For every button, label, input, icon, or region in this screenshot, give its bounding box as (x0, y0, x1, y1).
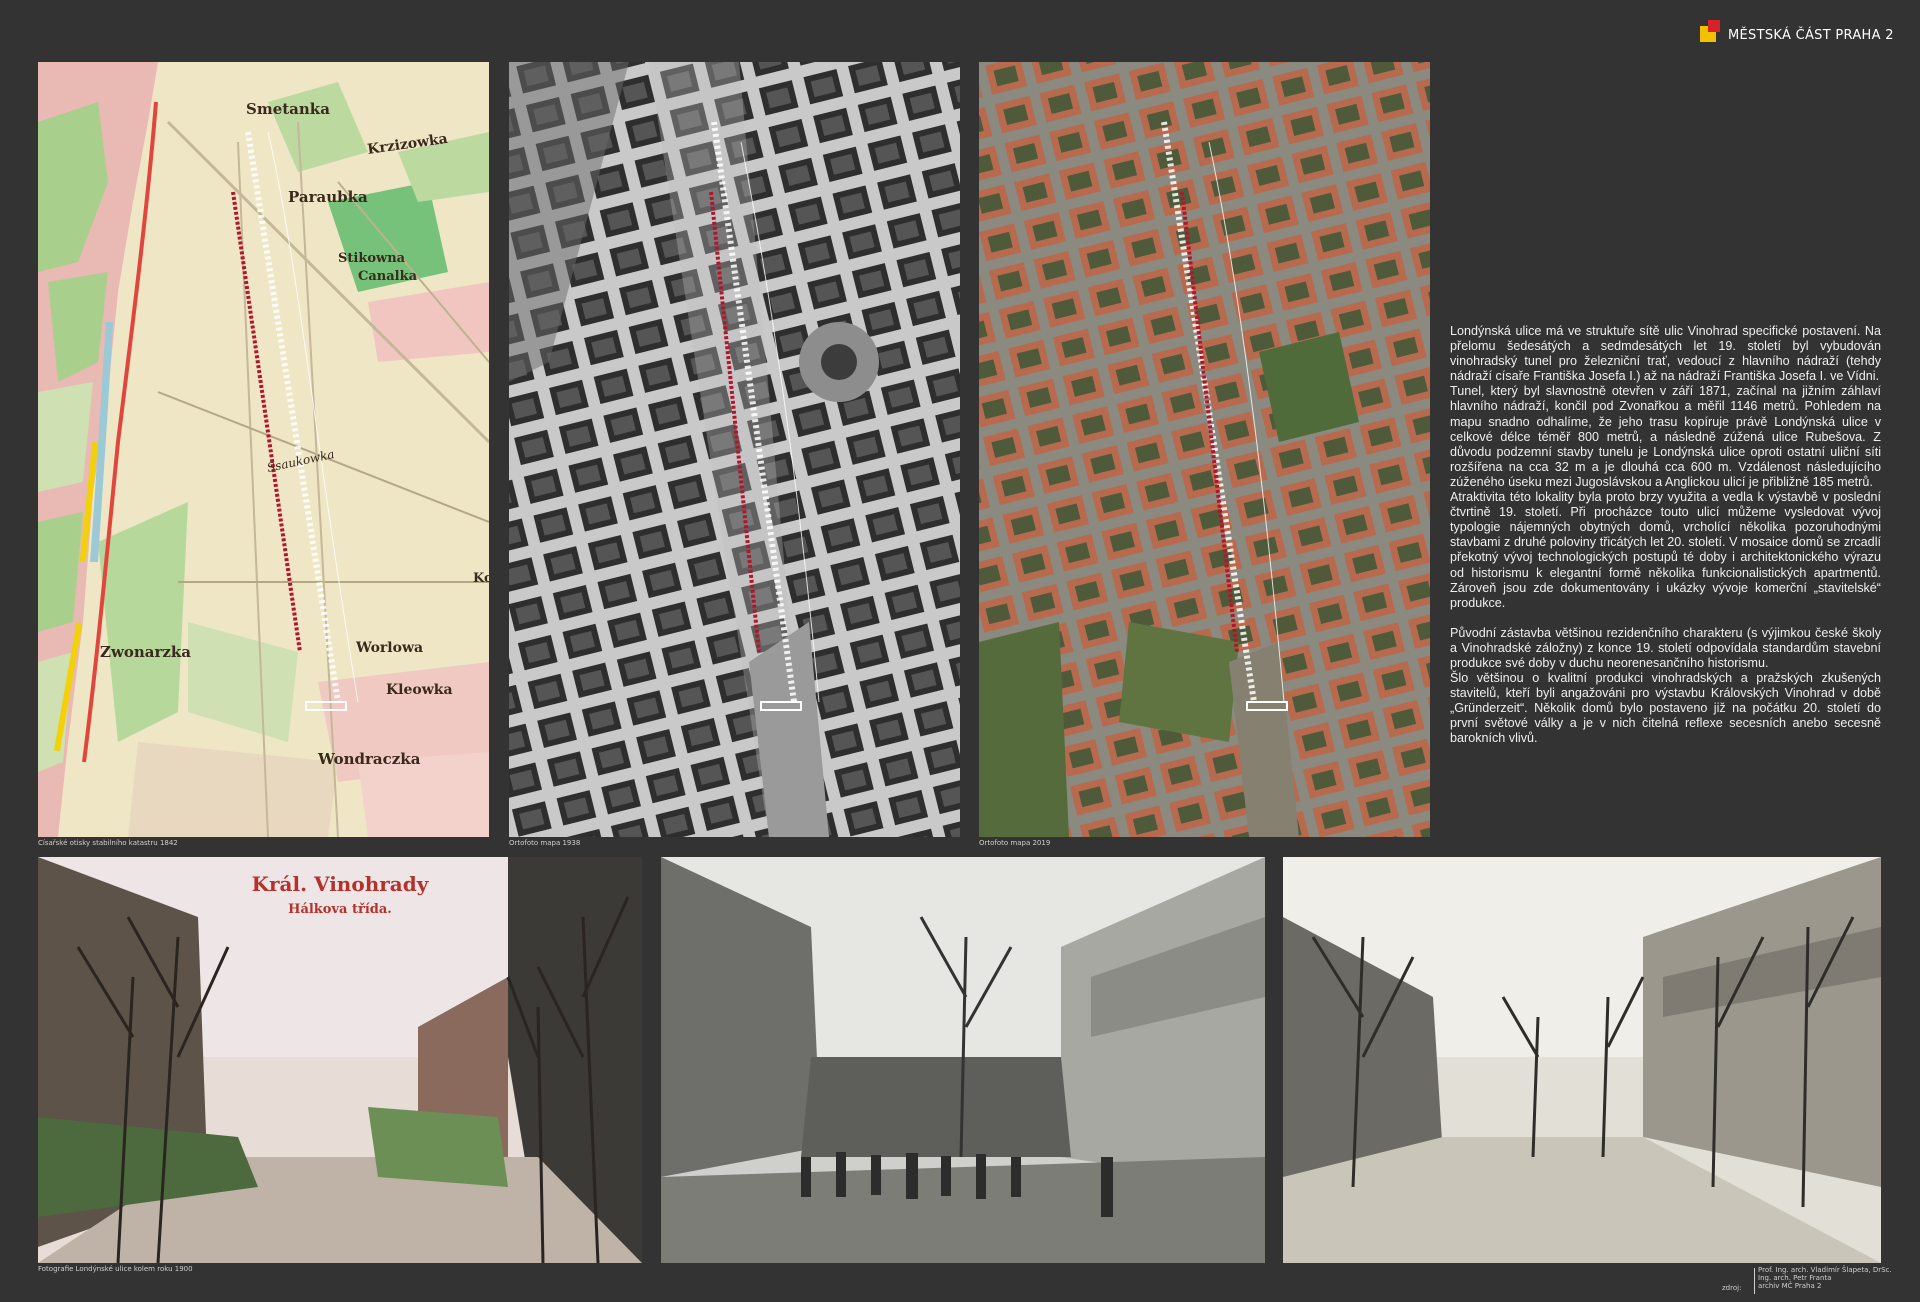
map-caption-1938: Ortofoto mapa 1938 (509, 839, 581, 847)
map-label-kleowka: Kleowka (386, 682, 453, 698)
map-label-wondraczka: Wondraczka (317, 750, 421, 768)
article-paragraph-1: Londýnská ulice má ve struktuře sítě uli… (1450, 324, 1881, 384)
orthophoto-2019 (979, 62, 1430, 837)
image-credits: zdroj: Prof. Ing. arch. Vladimír Šlapeta… (1722, 1266, 1902, 1296)
postcard-title: Král. Vinohrady (252, 872, 430, 896)
credits-names: Prof. Ing. arch. Vladimír Šlapeta, DrSc.… (1758, 1266, 1892, 1290)
map-label-ko: Ko (473, 571, 489, 586)
district-logo: MĚSTSKÁ ČÁST PRAHA 2 (1700, 18, 1910, 48)
credit-name: archiv MČ Praha 2 (1758, 1282, 1822, 1290)
map-label-paraubka: Paraubka (288, 188, 368, 206)
photo-caption-1900: Fotografie Londýnské ulice kolem roku 19… (38, 1265, 193, 1273)
map-label-smetanka: Smetanka (246, 100, 330, 118)
logo-mark-icon (1700, 20, 1722, 42)
article-text: Londýnská ulice má ve struktuře sítě uli… (1450, 324, 1881, 747)
article-paragraph-2: Tunel, který byl slavnostně otevřen v zá… (1450, 384, 1881, 489)
historic-photo-postcard: Král. Vinohrady Hálkova třída. (38, 857, 642, 1263)
historic-photo-street-crowd (661, 857, 1265, 1263)
credit-name: Ing. arch. Petr Franta (1758, 1274, 1832, 1282)
article-paragraph-4: Původní zástavba většinou rezidenčního c… (1450, 625, 1881, 670)
credit-name: Prof. Ing. arch. Vladimír Šlapeta, DrSc. (1758, 1266, 1892, 1274)
map-label-stikowna: Stikowna (338, 251, 406, 266)
orthophoto-1938 (509, 62, 960, 837)
postcard-subtitle: Hálkova třída. (288, 902, 392, 917)
map-label-canalka: Canalka (358, 269, 418, 284)
map-caption-1842: Císařské otisky stabilního katastru 1842 (38, 839, 178, 847)
cadastral-map-1842: Smetanka Krzizowka Paraubka Stikowna Can… (38, 62, 489, 837)
credits-source-label: zdroj: (1722, 1284, 1742, 1292)
article-paragraph-3: Atraktivita této lokality byla proto brz… (1450, 490, 1881, 610)
logo-text: MĚSTSKÁ ČÁST PRAHA 2 (1728, 28, 1894, 43)
map-label-zwonarzka: Zwonarzka (100, 643, 191, 661)
credits-divider (1754, 1268, 1755, 1294)
map-caption-2019: Ortofoto mapa 2019 (979, 839, 1051, 847)
historic-photo-street-trees (1283, 857, 1881, 1263)
map-label-worlowa: Worlowa (355, 640, 423, 656)
article-paragraph-5: Šlo většinou o kvalitní produkci vinohra… (1450, 671, 1881, 746)
